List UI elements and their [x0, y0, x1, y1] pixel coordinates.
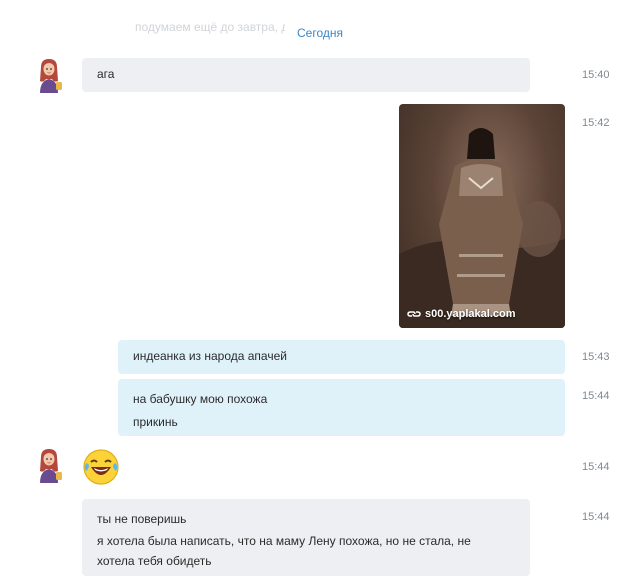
message-bubble-incoming[interactable]: ты не поверишь я хотела была написать, ч… — [82, 499, 530, 576]
rolling-laughing-emoji-icon — [83, 449, 119, 485]
message-text: я хотела была написать, что на маму Лену… — [97, 534, 471, 548]
contact-avatar[interactable] — [34, 447, 64, 483]
message-emoji[interactable] — [82, 448, 120, 486]
message-timestamp: 15:44 — [582, 390, 610, 402]
previous-message-faded: подумаем ещё до завтра, да — [135, 20, 285, 34]
link-icon — [407, 311, 421, 317]
message-timestamp: 15:44 — [582, 511, 610, 523]
message-bubble-outgoing[interactable]: индеанка из народа апачей — [118, 340, 565, 374]
avatar-girl-icon — [40, 59, 62, 93]
message-timestamp: 15:44 — [582, 461, 610, 473]
message-timestamp: 15:40 — [582, 69, 610, 81]
photo-image — [399, 128, 565, 328]
message-text: индеанка из народа апачей — [133, 349, 287, 363]
message-text: прикинь — [133, 415, 178, 429]
date-divider: Сегодня — [296, 26, 344, 40]
message-timestamp: 15:42 — [582, 117, 610, 129]
avatar-girl-icon — [40, 449, 62, 483]
photo-source-caption: s00.yaplakal.com — [425, 308, 516, 320]
message-timestamp: 15:43 — [582, 351, 610, 363]
message-bubble-incoming[interactable]: ага — [82, 58, 530, 92]
message-text: на бабушку мою похожа — [133, 392, 268, 406]
shared-photo[interactable]: s00.yaplakal.com — [399, 104, 565, 328]
message-text: ты не поверишь — [97, 512, 187, 526]
contact-avatar[interactable] — [34, 57, 64, 93]
message-text: хотела тебя обидеть — [97, 554, 212, 568]
message-bubble-outgoing[interactable]: на бабушку мою похожа прикинь — [118, 379, 565, 436]
message-text: ага — [97, 67, 115, 81]
